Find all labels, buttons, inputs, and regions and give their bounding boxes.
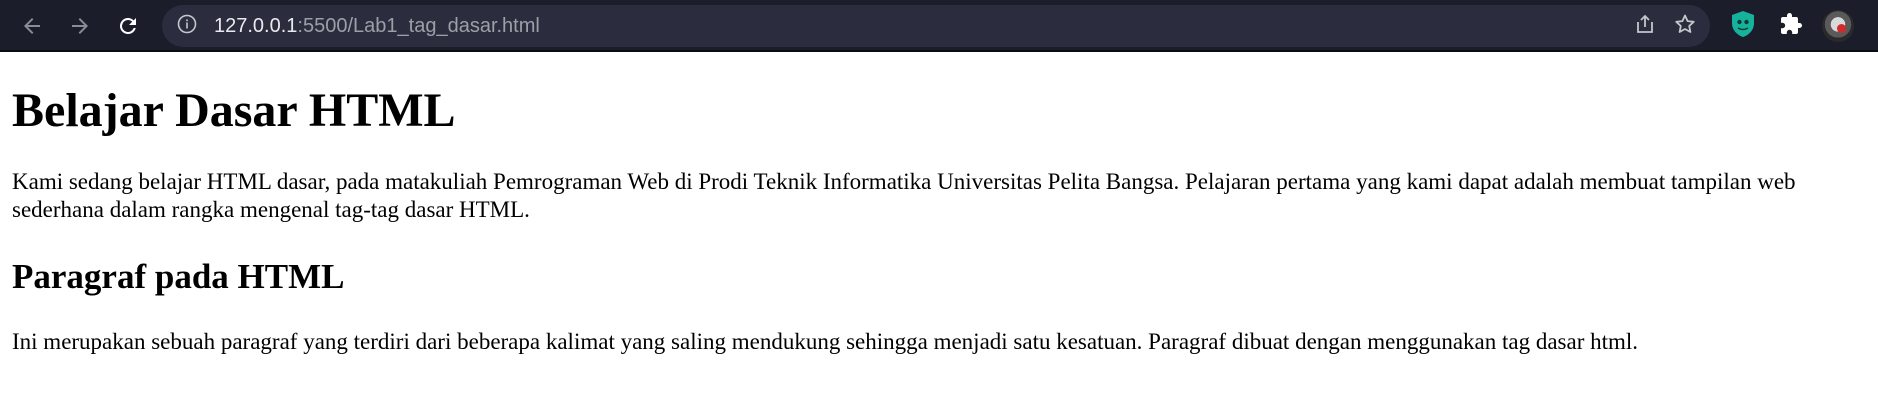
forward-button[interactable] bbox=[62, 8, 98, 44]
section-heading: Paragraf pada HTML bbox=[12, 257, 345, 296]
url-host: 127.0.0.1 bbox=[214, 15, 298, 37]
shield-extension-icon bbox=[1730, 10, 1756, 43]
url-text[interactable]: 127.0.0.1:5500/Lab1_tag_dasar.html bbox=[214, 5, 540, 47]
site-info-button[interactable] bbox=[176, 14, 198, 39]
avatar[interactable] bbox=[1822, 10, 1854, 42]
share-button[interactable] bbox=[1632, 13, 1658, 39]
body-paragraph: Ini merupakan sebuah paragraf yang terdi… bbox=[12, 329, 1639, 354]
page-content: Belajar Dasar HTML Kami sedang belajar H… bbox=[12, 54, 1878, 356]
star-icon bbox=[1673, 12, 1697, 41]
page-heading: Belajar Dasar HTML bbox=[12, 84, 456, 137]
browser-toolbar: 127.0.0.1:5500/Lab1_tag_dasar.html bbox=[0, 0, 1878, 52]
puzzle-icon bbox=[1779, 12, 1803, 41]
back-arrow-icon bbox=[20, 14, 44, 38]
forward-arrow-icon bbox=[68, 14, 92, 38]
intro-paragraph: Kami sedang belajar HTML dasar, pada mat… bbox=[12, 169, 1796, 222]
back-button[interactable] bbox=[14, 8, 50, 44]
reload-button[interactable] bbox=[110, 8, 146, 44]
address-bar[interactable]: 127.0.0.1:5500/Lab1_tag_dasar.html bbox=[162, 5, 1710, 47]
share-icon bbox=[1633, 12, 1657, 41]
info-icon bbox=[177, 14, 197, 39]
shield-extension-button[interactable] bbox=[1727, 10, 1759, 42]
url-path: :5500/Lab1_tag_dasar.html bbox=[297, 15, 540, 37]
avatar-dot bbox=[1837, 24, 1846, 33]
bookmark-button[interactable] bbox=[1672, 13, 1698, 39]
reload-icon bbox=[116, 14, 140, 38]
extensions-button[interactable] bbox=[1775, 10, 1807, 42]
